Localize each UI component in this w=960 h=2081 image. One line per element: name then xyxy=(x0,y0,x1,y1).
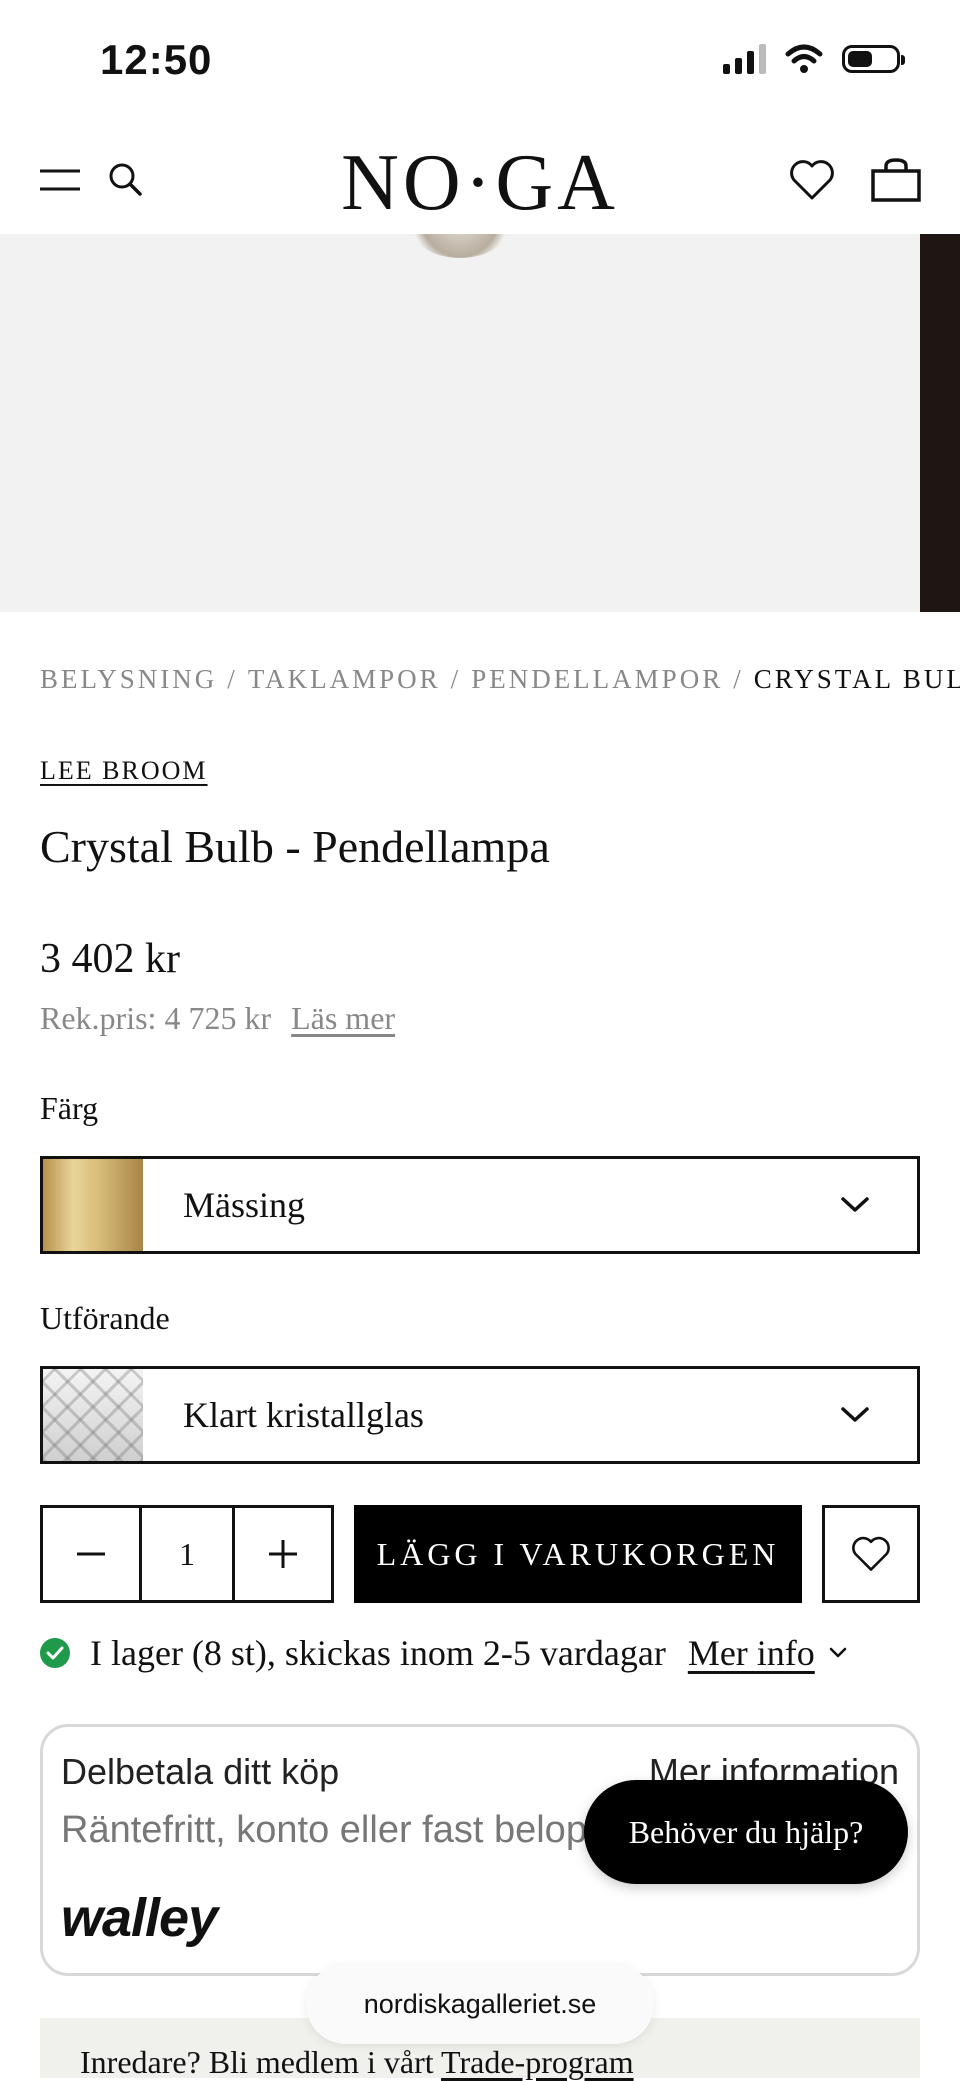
shopping-bag-icon xyxy=(871,158,921,202)
chevron-down-icon xyxy=(839,1189,871,1221)
battery-icon xyxy=(842,45,905,73)
cellular-signal-icon xyxy=(723,44,766,74)
wishlist-button[interactable] xyxy=(782,150,842,210)
product-image[interactable] xyxy=(0,234,960,612)
add-to-wishlist-button[interactable] xyxy=(822,1505,920,1603)
wifi-icon xyxy=(785,44,823,73)
status-bar: 12:50 xyxy=(0,0,960,120)
product-photo-bulb xyxy=(410,234,510,258)
add-to-cart-button[interactable]: LÄGG I VARUKORGEN xyxy=(354,1505,802,1603)
finish-label: Utförande xyxy=(40,1300,170,1336)
color-value: Mässing xyxy=(183,1185,306,1225)
finish-select[interactable]: Klart kristallglas xyxy=(40,1366,920,1464)
trade-text-prefix: Inredare? Bli medlem i vårt xyxy=(80,2044,442,2080)
cart-button[interactable] xyxy=(866,150,926,210)
brand-link[interactable]: LEE BROOM xyxy=(40,756,208,786)
browser-url-bar[interactable]: nordiskagalleriet.se xyxy=(306,1964,654,2044)
heart-icon xyxy=(790,160,834,200)
trade-text: Inredare? Bli medlem i vårt Trade-progra… xyxy=(80,2044,634,2081)
site-header: NO·GA xyxy=(0,120,960,234)
breadcrumb-current: CRYSTAL BULB xyxy=(753,664,960,694)
finish-swatch xyxy=(43,1369,143,1461)
chevron-down-icon[interactable] xyxy=(829,1647,847,1659)
help-chat-button[interactable]: Behöver du hjälp? xyxy=(584,1780,908,1884)
minus-icon xyxy=(77,1552,105,1556)
breadcrumb-item[interactable]: BELYSNING xyxy=(40,664,217,694)
installment-title: Delbetala ditt köp xyxy=(61,1751,340,1792)
quantity-input[interactable]: 1 xyxy=(139,1508,235,1600)
breadcrumb-separator: / xyxy=(450,664,462,694)
breadcrumb-separator: / xyxy=(733,664,744,694)
check-circle-icon xyxy=(40,1638,70,1668)
quantity-stepper: 1 xyxy=(40,1505,334,1603)
finish-value: Klart kristallglas xyxy=(183,1395,424,1435)
chevron-down-icon xyxy=(839,1399,871,1431)
increase-quantity-button[interactable] xyxy=(235,1508,331,1600)
color-swatch xyxy=(43,1159,143,1251)
recommended-price: Rek.pris: 4 725 kr Läs mer xyxy=(40,1000,395,1037)
next-image-preview xyxy=(920,234,960,612)
more-info-link[interactable]: Mer info xyxy=(688,1632,815,1674)
read-more-link[interactable]: Läs mer xyxy=(291,1000,395,1036)
color-select[interactable]: Mässing xyxy=(40,1156,920,1254)
status-time: 12:50 xyxy=(100,36,213,83)
decrease-quantity-button[interactable] xyxy=(43,1508,139,1600)
product-price: 3 402 kr xyxy=(40,936,180,982)
trade-program-link[interactable]: Trade-program xyxy=(441,2044,634,2080)
breadcrumb-item[interactable]: PENDELLAMPOR xyxy=(471,664,723,694)
installment-subtitle: Räntefritt, konto eller fast belopp xyxy=(61,1809,609,1851)
status-icons xyxy=(723,44,905,74)
breadcrumb-item[interactable]: TAKLAMPOR xyxy=(248,664,441,694)
breadcrumb-separator: / xyxy=(227,664,238,694)
recommended-price-text: Rek.pris: 4 725 kr xyxy=(40,1000,272,1036)
breadcrumb: BELYSNING / TAKLAMPOR / PENDELLAMPOR / CRYSTAL… xyxy=(40,664,960,695)
plus-icon xyxy=(269,1540,297,1568)
color-label: Färg xyxy=(40,1090,99,1126)
product-title: Crystal Bulb - Pendellampa xyxy=(40,821,550,872)
stock-status: I lager (8 st), skickas inom 2-5 vardaga… xyxy=(40,1632,847,1674)
heart-icon xyxy=(852,1536,890,1571)
walley-logo: walley xyxy=(61,1888,218,1948)
stock-text: I lager (8 st), skickas inom 2-5 vardaga… xyxy=(90,1633,666,1673)
